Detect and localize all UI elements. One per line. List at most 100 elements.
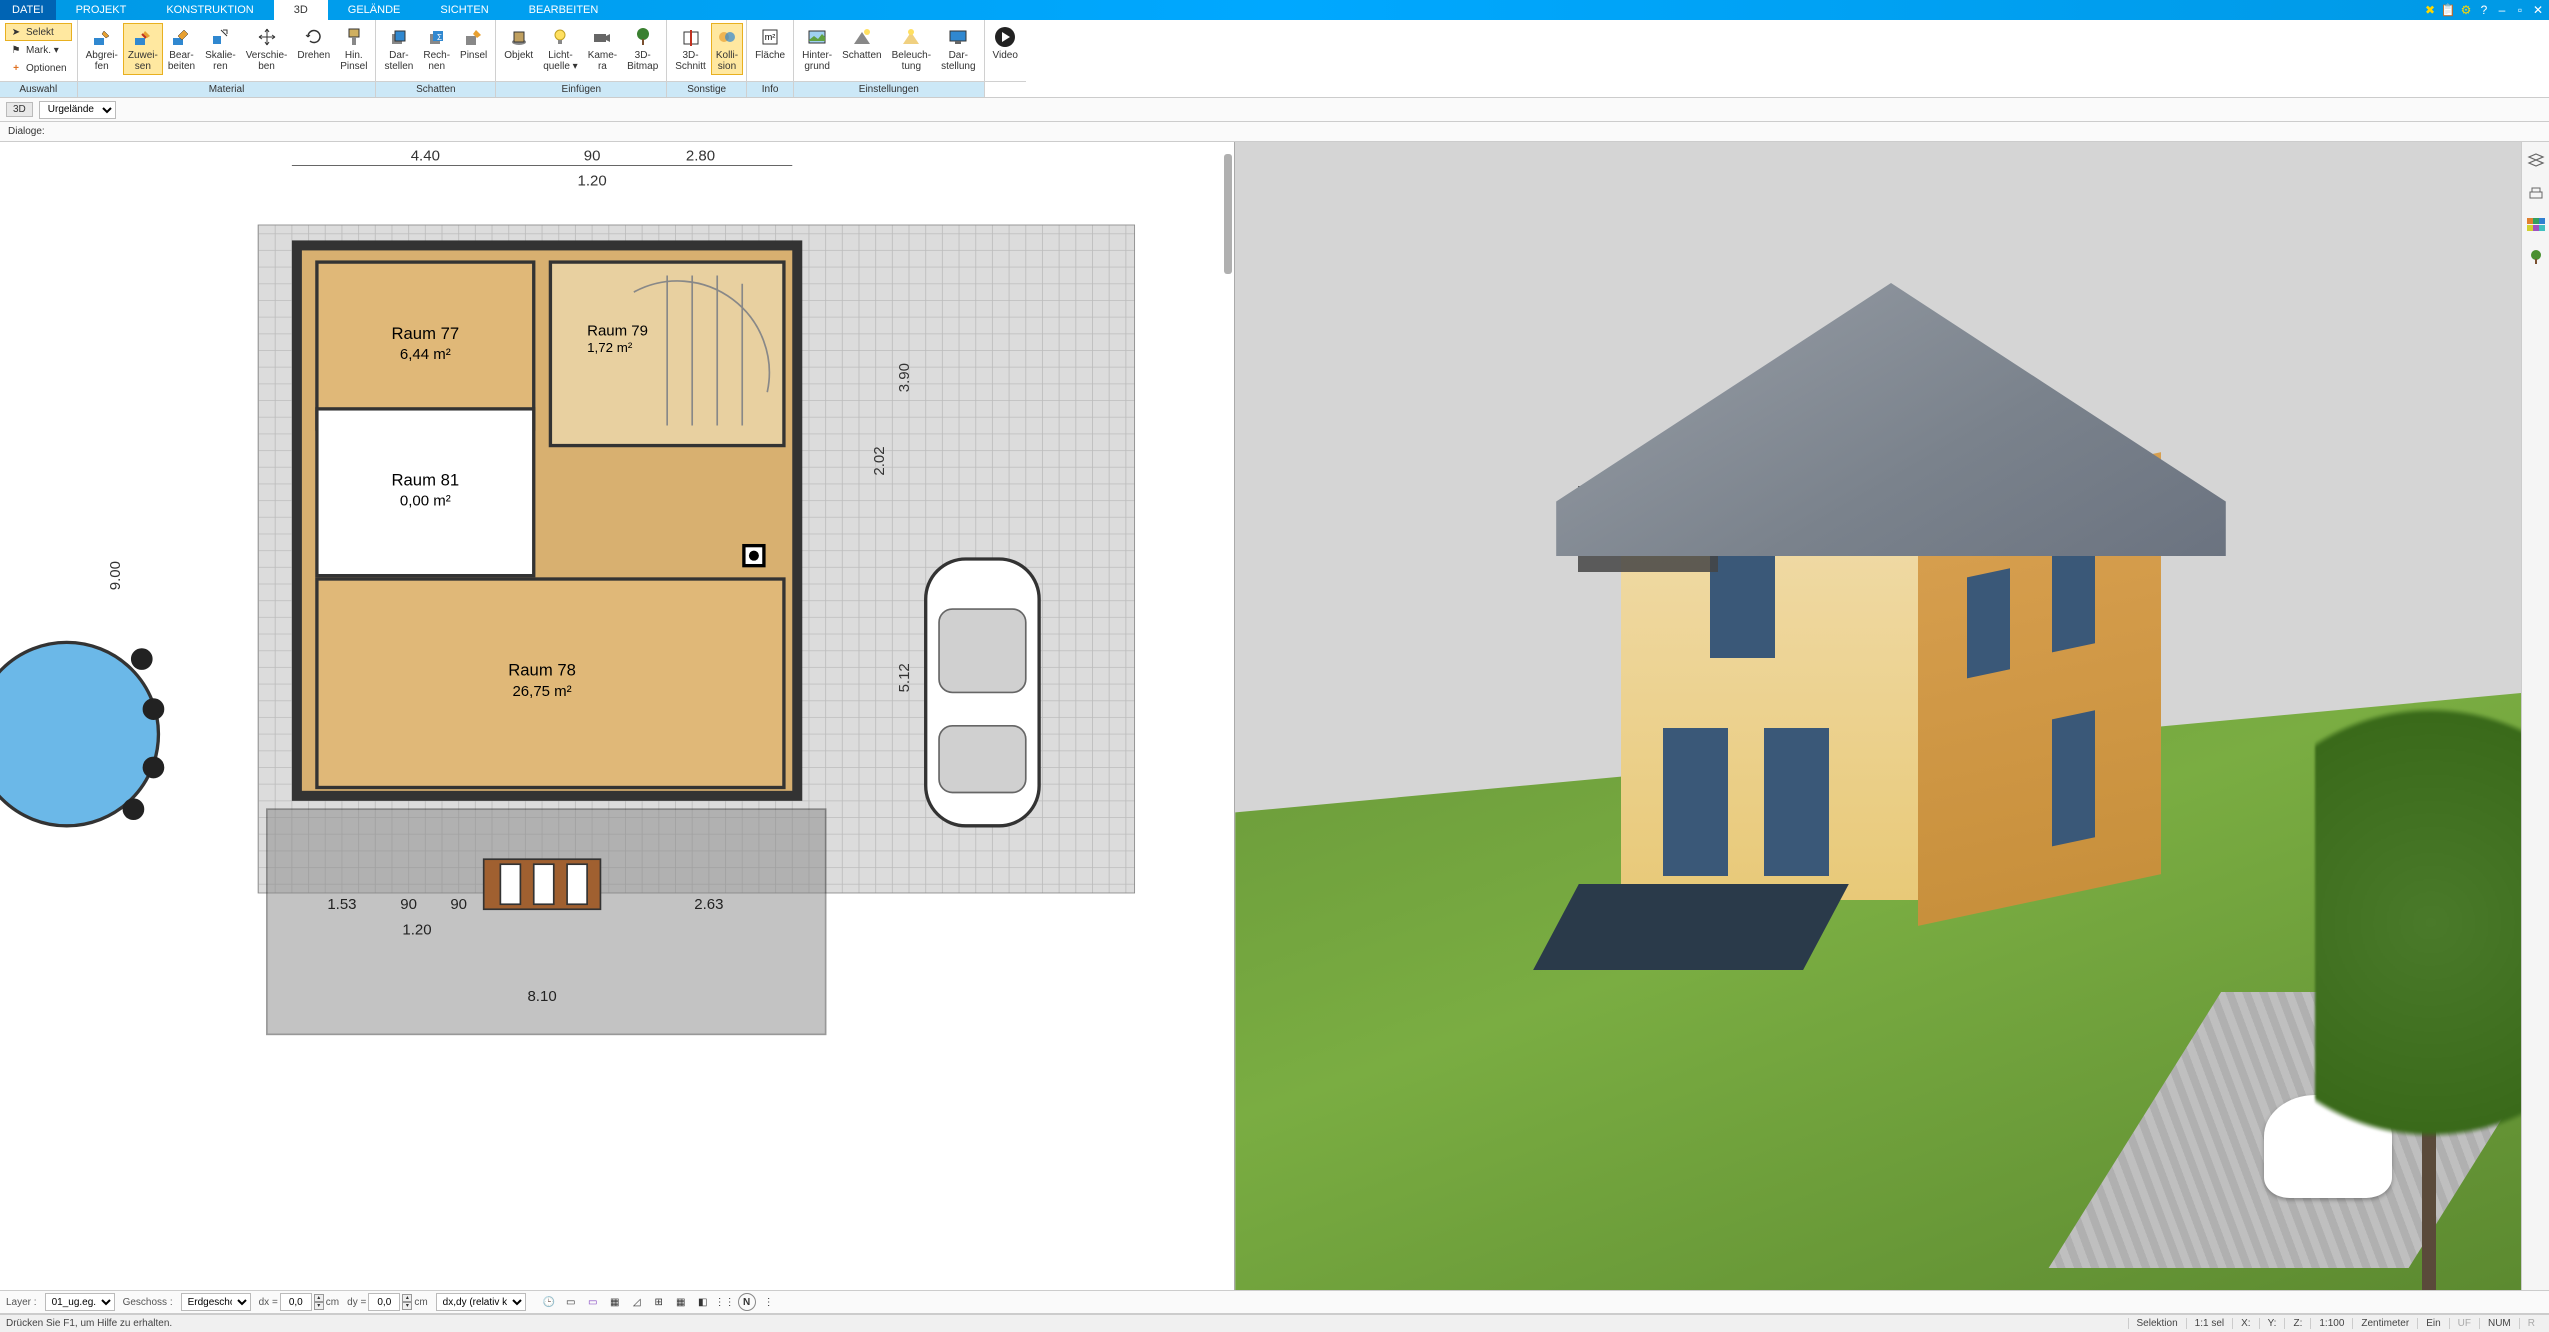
content-area: 4.40 90 2.80 1.20 Raum 77 6,44 m² Raum 7… xyxy=(0,142,2521,1290)
svg-text:90: 90 xyxy=(450,896,467,913)
tree-icon[interactable] xyxy=(2527,248,2545,266)
svg-text:3.90: 3.90 xyxy=(896,363,913,392)
selekt-button[interactable]: ➤Selekt xyxy=(5,23,72,41)
geschoss-select[interactable]: Erdgeschos xyxy=(181,1293,251,1311)
tools-icon[interactable]: ✖ xyxy=(2423,3,2437,17)
layer-toggle-icon[interactable]: ◧ xyxy=(694,1293,712,1311)
assign-button[interactable]: Zuwei- sen xyxy=(123,23,163,75)
layers-icon[interactable] xyxy=(2527,152,2545,170)
ribbon-group-sonstige: 3D- SchnittKolli- sion Sonstige xyxy=(667,20,747,97)
menu-projekt[interactable]: PROJEKT xyxy=(56,0,147,20)
grid-icon[interactable]: ▦ xyxy=(672,1293,690,1311)
window-icon xyxy=(2052,542,2096,652)
clipboard-icon[interactable]: 📋 xyxy=(2441,3,2455,17)
coord-mode-select[interactable]: dx,dy (relativ ka xyxy=(436,1293,526,1311)
layer-select[interactable]: 01_ug.eg.oc xyxy=(45,1293,115,1311)
terrain-select[interactable]: Urgelände xyxy=(39,101,116,119)
status-x: X: xyxy=(2232,1318,2258,1329)
tree-button[interactable]: 3D- Bitmap xyxy=(622,23,663,75)
close-icon[interactable]: ✕ xyxy=(2531,3,2545,17)
group-label-einstellungen: Einstellungen xyxy=(794,81,983,97)
lighting-button[interactable]: Beleuch- tung xyxy=(887,23,936,75)
optionen-button[interactable]: +Optionen xyxy=(5,59,72,77)
dy-input[interactable] xyxy=(368,1293,400,1311)
svg-text:26,75 m²: 26,75 m² xyxy=(512,683,571,700)
minimize-icon[interactable]: – xyxy=(2495,3,2509,17)
status-y: Y: xyxy=(2259,1318,2285,1329)
dots-icon[interactable]: ⋮⋮ xyxy=(716,1293,734,1311)
light-icon xyxy=(549,26,571,48)
3d-view[interactable] xyxy=(1235,142,2521,1290)
menu-gelaende[interactable]: GELÄNDE xyxy=(328,0,421,20)
background-button[interactable]: Hinter- grund xyxy=(797,23,837,75)
shadow-create-button[interactable]: Dar- stellen xyxy=(379,23,418,75)
furniture-icon[interactable] xyxy=(2527,184,2545,202)
shadows-button[interactable]: Schatten xyxy=(837,23,886,64)
box-icon[interactable]: ▭ xyxy=(562,1293,580,1311)
dx-input[interactable] xyxy=(280,1293,312,1311)
status-ein: Ein xyxy=(2417,1318,2448,1329)
north-icon[interactable]: N xyxy=(738,1293,756,1311)
display-button[interactable]: Dar- stellung xyxy=(936,23,980,75)
restore-icon[interactable]: ▫ xyxy=(2513,3,2527,17)
settings-icon[interactable]: ⚙ xyxy=(2459,3,2473,17)
edit-label: Bear- beiten xyxy=(168,50,195,72)
palette-icon[interactable] xyxy=(2527,216,2545,234)
shadow-create-icon xyxy=(388,26,410,48)
subbar-3d-badge: 3D xyxy=(6,102,33,117)
status-num: NUM xyxy=(2479,1318,2519,1329)
menu-bearbeiten[interactable]: BEARBEITEN xyxy=(509,0,619,20)
dy-spinner[interactable]: ▴▾ xyxy=(402,1294,412,1310)
dx-spinner[interactable]: ▴▾ xyxy=(314,1294,324,1310)
section-button[interactable]: 3D- Schnitt xyxy=(670,23,711,75)
camera-button[interactable]: Kame- ra xyxy=(583,23,622,75)
menubar-right-icons: ✖ 📋 ⚙ ? – ▫ ✕ xyxy=(2423,0,2549,20)
svg-text:8.10: 8.10 xyxy=(527,988,556,1005)
angle-icon[interactable]: ◿ xyxy=(628,1293,646,1311)
snap-icon[interactable]: ⊞ xyxy=(650,1293,668,1311)
floorplan-view[interactable]: 4.40 90 2.80 1.20 Raum 77 6,44 m² Raum 7… xyxy=(0,142,1235,1290)
selekt-label: Selekt xyxy=(26,27,54,38)
move-button[interactable]: Verschie- ben xyxy=(241,23,293,75)
menu-sichten[interactable]: SICHTEN xyxy=(420,0,508,20)
svg-text:Raum 77: Raum 77 xyxy=(392,324,460,343)
scale-button[interactable]: Skalie- ren xyxy=(200,23,241,75)
help-icon[interactable]: ? xyxy=(2477,3,2491,17)
video-icon xyxy=(994,26,1016,48)
dialoge-bar: Dialoge: xyxy=(0,122,2549,142)
rotate-button[interactable]: Drehen xyxy=(292,23,335,64)
camera-label: Kame- ra xyxy=(588,50,617,72)
more-icon[interactable]: ⋮ xyxy=(760,1293,778,1311)
brush-button[interactable]: Hin. Pinsel xyxy=(335,23,372,75)
mark-button[interactable]: ⚑Mark. ▾ xyxy=(5,41,72,59)
menu-datei[interactable]: DATEI xyxy=(0,0,56,20)
shadow-brush-button[interactable]: Pinsel xyxy=(455,23,492,64)
menu-3d[interactable]: 3D xyxy=(274,0,328,20)
shadow-create-label: Dar- stellen xyxy=(384,50,413,72)
section-label: 3D- Schnitt xyxy=(675,50,706,72)
bottom-toolbar: Layer : 01_ug.eg.oc Geschoss : Erdgescho… xyxy=(0,1290,2549,1314)
status-sel-count: 1:1 sel xyxy=(2186,1318,2232,1329)
ribbon-group-einstellungen: Hinter- grundSchattenBeleuch- tungDar- s… xyxy=(794,20,984,97)
menu-konstruktion[interactable]: KONSTRUKTION xyxy=(146,0,273,20)
edit-button[interactable]: Bear- beiten xyxy=(163,23,200,75)
video-button[interactable]: Video xyxy=(988,23,1023,64)
video-label: Video xyxy=(993,50,1018,61)
geschoss-label: Geschoss : xyxy=(123,1297,173,1308)
collision-button[interactable]: Kolli- sion xyxy=(711,23,743,75)
ribbon-group-info: m²Fläche Info xyxy=(747,20,794,97)
shadow-calc-icon: Σ xyxy=(426,26,448,48)
area-button[interactable]: m²Fläche xyxy=(750,23,790,64)
purple-box-icon[interactable]: ▭ xyxy=(584,1293,602,1311)
door-icon xyxy=(1663,728,1728,876)
group-label-sonstige: Sonstige xyxy=(667,81,746,97)
object-label: Objekt xyxy=(504,50,533,61)
pick-button[interactable]: Abgrei- fen xyxy=(81,23,123,75)
shadow-calc-button[interactable]: ΣRech- nen xyxy=(418,23,455,75)
stack-icon[interactable]: ▦ xyxy=(606,1293,624,1311)
light-button[interactable]: Licht- quelle ▾ xyxy=(538,23,583,75)
menubar: DATEI PROJEKT KONSTRUKTION 3D GELÄNDE SI… xyxy=(0,0,2549,20)
clock-icon[interactable]: 🕒 xyxy=(540,1293,558,1311)
object-button[interactable]: Objekt xyxy=(499,23,538,64)
tree-icon xyxy=(632,26,654,48)
